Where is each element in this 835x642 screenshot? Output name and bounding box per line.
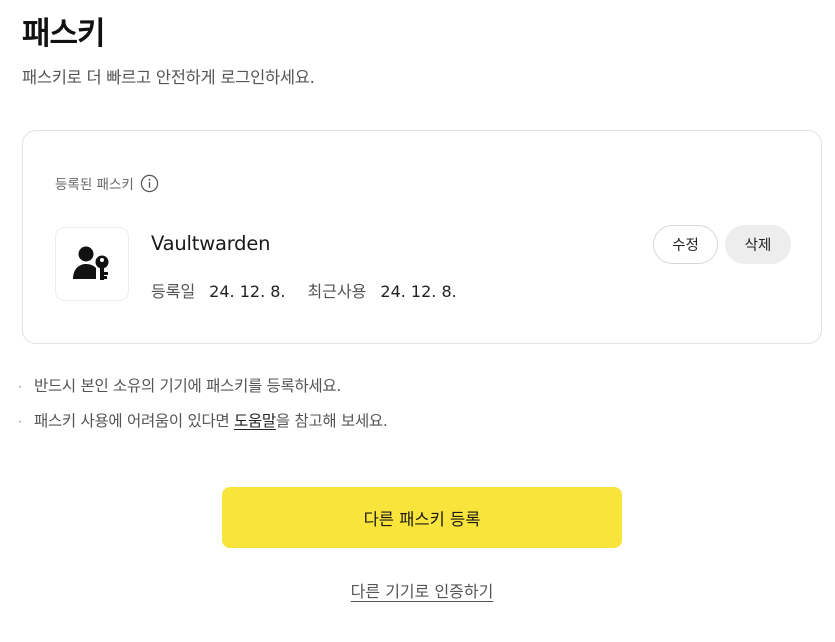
note-text-suffix: 을 참고해 보세요. (275, 412, 388, 430)
bullet: · (18, 415, 22, 429)
passkey-name: Vaultwarden (151, 232, 271, 255)
passkey-page: 패스키 패스키로 더 빠르고 안전하게 로그인하세요. 등록된 패스키 Vaul… (0, 0, 835, 642)
info-icon[interactable] (140, 174, 159, 193)
help-link[interactable]: 도움말 (234, 409, 276, 431)
note-text: 반드시 본인 소유의 기기에 패스키를 등록하세요. (34, 377, 341, 395)
passkey-icon-box (55, 227, 129, 301)
section-label: 등록된 패스키 (55, 177, 134, 193)
note-item: · 반드시 본인 소유의 기기에 패스키를 등록하세요. (18, 374, 388, 398)
page-subtitle: 패스키로 더 빠르고 안전하게 로그인하세요. (22, 68, 315, 87)
last-used-label: 최근사용 (307, 282, 367, 301)
notes-list: · 반드시 본인 소유의 기기에 패스키를 등록하세요. · 패스키 사용에 어… (18, 374, 388, 444)
page-title: 패스키 (22, 16, 106, 52)
edit-button[interactable]: 수정 (653, 225, 718, 264)
bullet: · (18, 380, 22, 394)
note-item: · 패스키 사용에 어려움이 있다면 도움말 을 참고해 보세요. (18, 409, 388, 433)
registered-label: 등록일 (151, 282, 196, 301)
passkey-meta: 등록일 24. 12. 8. 최근사용 24. 12. 8. (151, 278, 479, 302)
registered-passkeys-card: 등록된 패스키 Vaultwarden 등록일 24. 12. 8. 최근사용 … (22, 130, 822, 344)
last-used-date: 24. 12. 8. (380, 282, 457, 301)
user-key-icon (73, 246, 109, 280)
card-header: 등록된 패스키 (55, 173, 159, 193)
other-device-link[interactable]: 다른 기기로 인증하기 (0, 578, 835, 602)
delete-button[interactable]: 삭제 (725, 225, 791, 264)
registered-date: 24. 12. 8. (209, 282, 286, 301)
register-passkey-button[interactable]: 다른 패스키 등록 (222, 487, 622, 548)
note-text-prefix: 패스키 사용에 어려움이 있다면 (34, 412, 234, 430)
